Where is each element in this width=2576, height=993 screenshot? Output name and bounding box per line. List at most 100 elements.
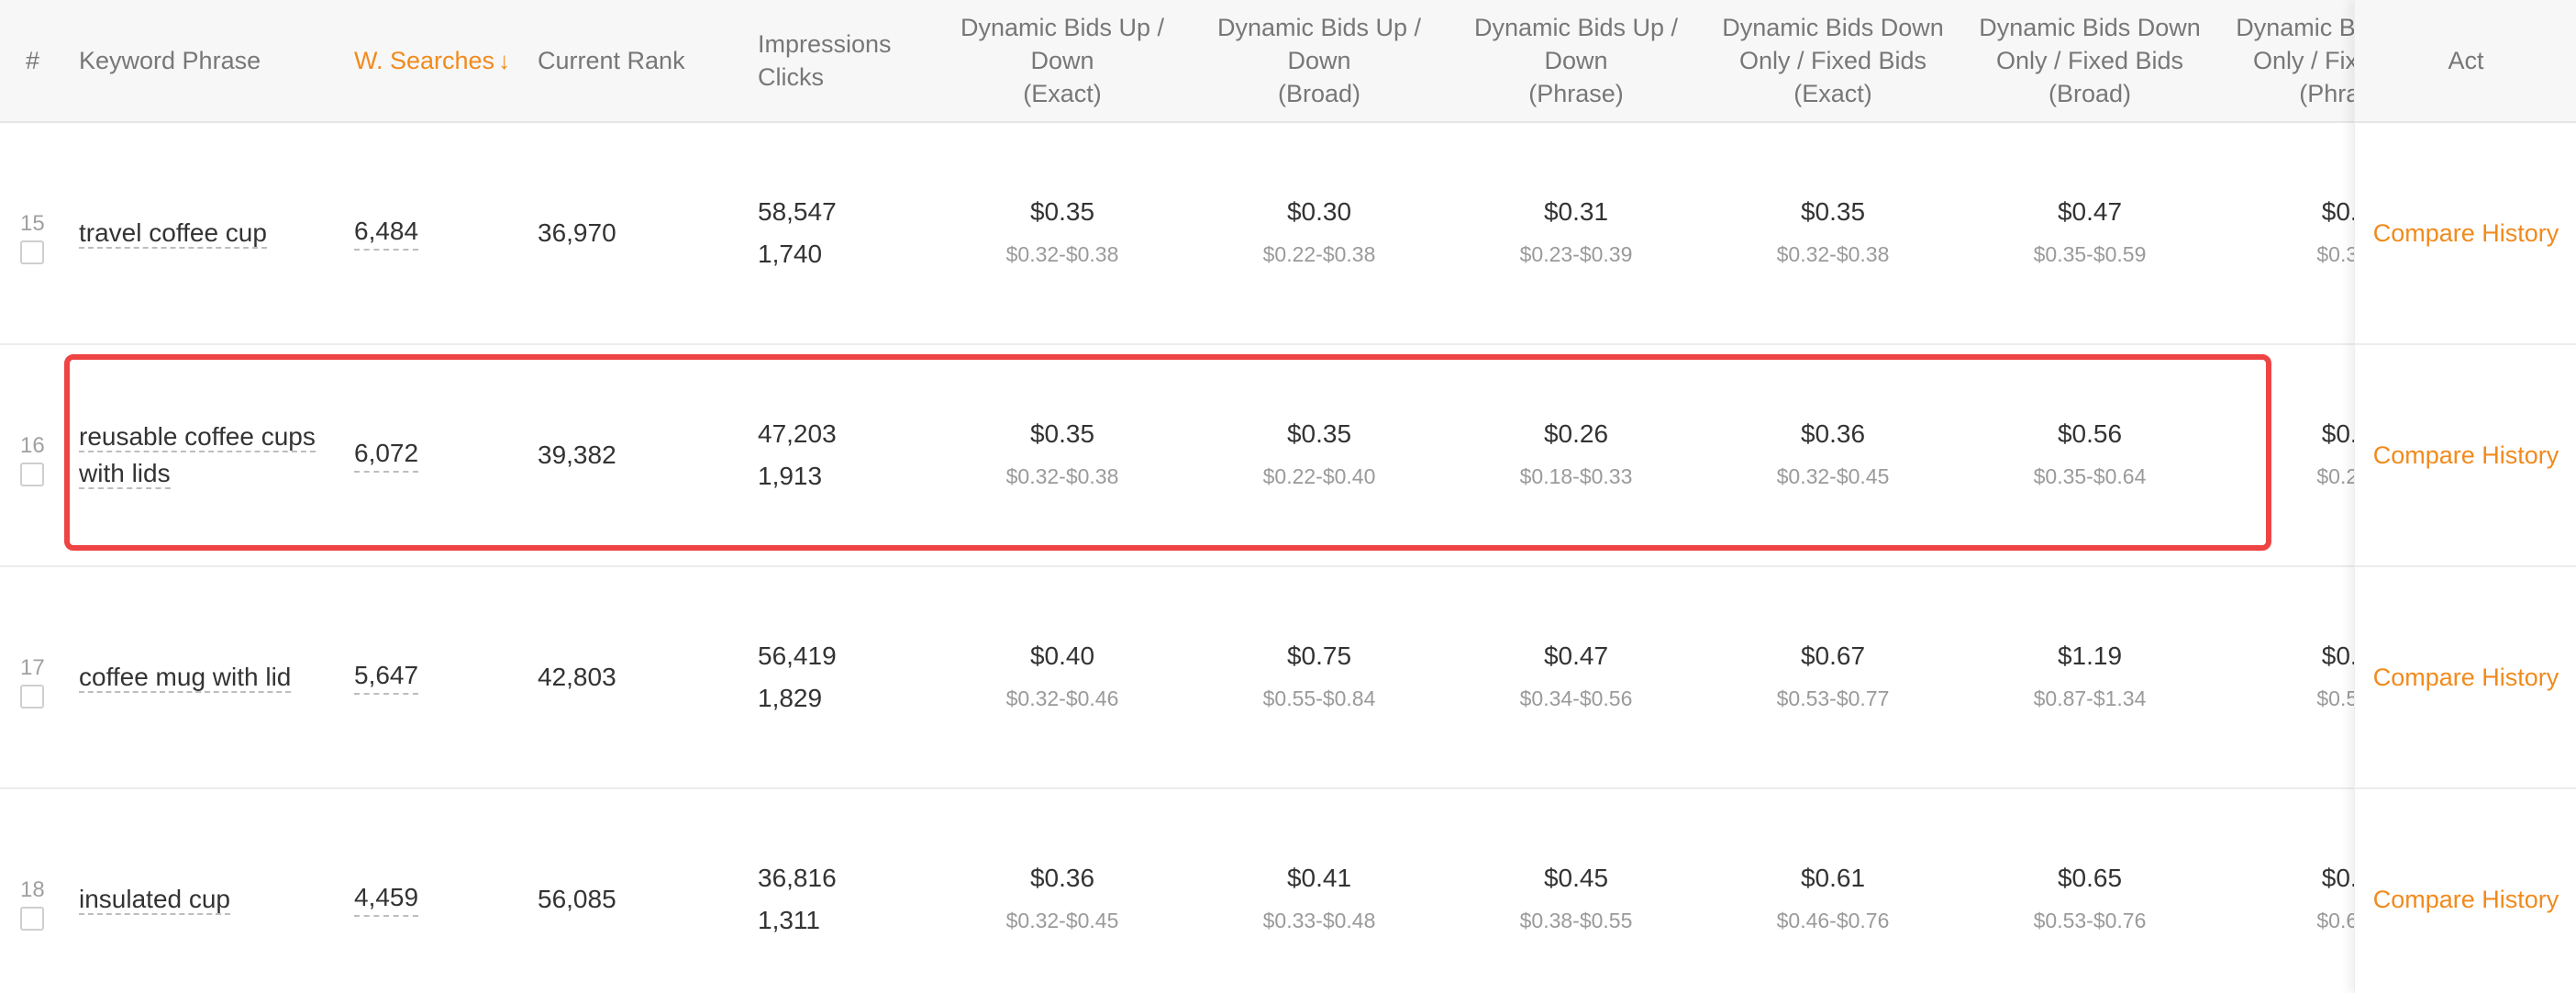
header-bid-broad-updown[interactable]: Dynamic Bids Up / Down (Broad): [1191, 0, 1448, 121]
keyword-wrap: travel coffee cup: [79, 215, 345, 251]
compare-history-link[interactable]: Compare History: [2373, 664, 2559, 692]
bid-price: $0.31: [1543, 197, 1609, 226]
rank-value: 42,803: [538, 663, 616, 691]
impressions-clicks-cell: 47,203 1,913: [758, 345, 837, 565]
header-bid-exact-down[interactable]: Dynamic Bids Down Only / Fixed Bids (Exa…: [1704, 0, 1961, 121]
header-bid1-line3: (Exact): [1023, 80, 1102, 107]
header-bid-phrase-down[interactable]: Dynamic Bids Down Only / Fixed Bids (Phr…: [2218, 0, 2354, 121]
header-bid4-line2: Only / Fixed Bids: [1738, 47, 1927, 74]
header-bid-exact-updown[interactable]: Dynamic Bids Up / Down (Exact): [934, 0, 1191, 121]
header-bid2-line2: Down: [1287, 47, 1351, 74]
impressions-clicks-cell: 58,547 1,740: [758, 123, 837, 343]
header-bid-broad-down[interactable]: Dynamic Bids Down Only / Fixed Bids (Bro…: [1961, 0, 2218, 121]
compare-history-link[interactable]: Compare History: [2373, 441, 2559, 470]
bid-price: $0.47: [2057, 197, 2123, 226]
keyword-cell: travel coffee cup: [79, 123, 345, 343]
rank-value: 39,382: [538, 441, 616, 469]
header-bid4-line3: (Exact): [1793, 80, 1872, 107]
bid-price: $0.65: [2057, 864, 2123, 892]
bid-cell: $0.65 $0.53-$0.76: [1961, 789, 2218, 993]
bid-cell: $0.35 $0.32-$0.38: [934, 345, 1191, 565]
clicks-value: 1,913: [758, 462, 823, 490]
row-checkbox[interactable]: [20, 907, 44, 931]
impressions-clicks-cell: 56,419 1,829: [758, 567, 837, 787]
clicks-value: 1,740: [758, 240, 823, 268]
bid-cell: $0.35 $0.22-$0.40: [1191, 345, 1448, 565]
bid-price: $0.75: [1286, 642, 1352, 670]
bid-price: $0.7: [2321, 642, 2354, 670]
bid-cell: $0.4 $0.26-: [2218, 345, 2354, 565]
searches-value[interactable]: 4,459: [354, 882, 419, 917]
bid-range: $0.32-$0.38: [1005, 242, 1119, 266]
header-impressions: Impressions: [758, 30, 892, 58]
bid-range: $0.32-$0.46: [1005, 686, 1119, 710]
bid-cell: $0.7 $0.54-: [2218, 567, 2354, 787]
row-number: 18: [20, 877, 45, 902]
row-checkbox[interactable]: [20, 240, 44, 264]
searches-value[interactable]: 6,484: [354, 216, 419, 251]
header-bid2-line3: (Broad): [1277, 80, 1360, 107]
keyword-wrap: coffee mug with lid: [79, 659, 345, 696]
keyword-phrase-link[interactable]: coffee mug with lid: [79, 663, 292, 693]
header-bid2-line1: Dynamic Bids Up /: [1216, 14, 1422, 41]
bid-range: $0.53-$0.77: [1776, 686, 1890, 710]
bid-range: $0.87-$1.34: [2033, 686, 2147, 710]
bid-cell: $0.35 $0.32-$0.38: [1704, 123, 1961, 343]
row-checkbox[interactable]: [20, 463, 44, 486]
keyword-phrase-link[interactable]: reusable coffee cups with lids: [79, 422, 316, 489]
bid-cell: $0.67 $0.53-$0.77: [1704, 567, 1961, 787]
bid-price: $0.4: [2321, 197, 2354, 226]
action-column: Act Compare History Compare History Compar…: [2354, 0, 2576, 993]
header-clicks: Clicks: [758, 63, 824, 91]
bid-range: $0.46-$0.76: [1776, 909, 1890, 932]
header-bid3-line1: Dynamic Bids Up /: [1473, 14, 1679, 41]
bid-price: $0.40: [1029, 642, 1095, 670]
searches-value[interactable]: 6,072: [354, 438, 419, 473]
bid-price: $1.19: [2057, 642, 2123, 670]
keyword-phrase-link[interactable]: travel coffee cup: [79, 218, 267, 249]
header-bid6-line3: (Phrase): [2299, 80, 2354, 107]
header-bid-phrase-updown[interactable]: Dynamic Bids Up / Down (Phrase): [1448, 0, 1704, 121]
action-cell: Compare History: [2355, 789, 2576, 993]
bid-price: $0.36: [1800, 419, 1866, 448]
bid-range: $0.32-$0.45: [1776, 464, 1890, 488]
sort-desc-arrow-icon: ↓: [498, 47, 511, 74]
bid-cell: $0.47 $0.35-$0.59: [1961, 123, 2218, 343]
keyword-table-page: # Keyword Phrase W. Searches ↓ Current R…: [0, 0, 2576, 993]
compare-history-link[interactable]: Compare History: [2373, 886, 2559, 914]
header-searches[interactable]: W. Searches ↓: [354, 0, 510, 121]
table-scroll-area[interactable]: # Keyword Phrase W. Searches ↓ Current R…: [0, 0, 2354, 993]
bid-cell: $0.4 $0.37-: [2218, 123, 2354, 343]
keyword-phrase-link[interactable]: insulated cup: [79, 885, 231, 915]
bid-price: $0.35: [1029, 419, 1095, 448]
compare-history-link[interactable]: Compare History: [2373, 219, 2559, 248]
impressions-clicks-cell: 36,816 1,311: [758, 789, 837, 993]
impressions-value: 58,547: [758, 197, 837, 226]
bid-price: $0.35: [1029, 197, 1095, 226]
action-cell: Compare History: [2355, 123, 2576, 345]
header-impressions-clicks[interactable]: Impressions Clicks: [758, 0, 892, 121]
bid-cell: $0.30 $0.22-$0.38: [1191, 123, 1448, 343]
bid-price: $0.26: [1543, 419, 1609, 448]
keyword-wrap: insulated cup: [79, 881, 345, 918]
header-rank[interactable]: Current Rank: [538, 0, 685, 121]
rank-value: 36,970: [538, 218, 616, 247]
header-keyword[interactable]: Keyword Phrase: [79, 0, 261, 121]
bid-price: $0.7: [2321, 864, 2354, 892]
bid-cell: $0.47 $0.34-$0.56: [1448, 567, 1704, 787]
row-checkbox[interactable]: [20, 685, 44, 708]
bid-price: $0.61: [1800, 864, 1866, 892]
header-bid4-line1: Dynamic Bids Down: [1722, 14, 1944, 41]
bid-cell: $0.36 $0.32-$0.45: [1704, 345, 1961, 565]
bid-range: $0.22-$0.40: [1262, 464, 1376, 488]
bid-range: $0.38-$0.55: [1519, 909, 1633, 932]
clicks-value: 1,829: [758, 684, 823, 712]
table-row: 15 travel coffee cup 6,484 36,970 58,547…: [0, 123, 2354, 345]
header-num: #: [26, 47, 40, 74]
bid-cell: $0.36 $0.32-$0.45: [934, 789, 1191, 993]
bid-cell: $0.7 $0.61-: [2218, 789, 2354, 993]
table-row: 16 reusable coffee cups with lids 6,072 …: [0, 345, 2354, 567]
table-header: # Keyword Phrase W. Searches ↓ Current R…: [0, 0, 2354, 123]
searches-value[interactable]: 5,647: [354, 660, 419, 695]
header-searches-label: W. Searches: [354, 47, 495, 74]
